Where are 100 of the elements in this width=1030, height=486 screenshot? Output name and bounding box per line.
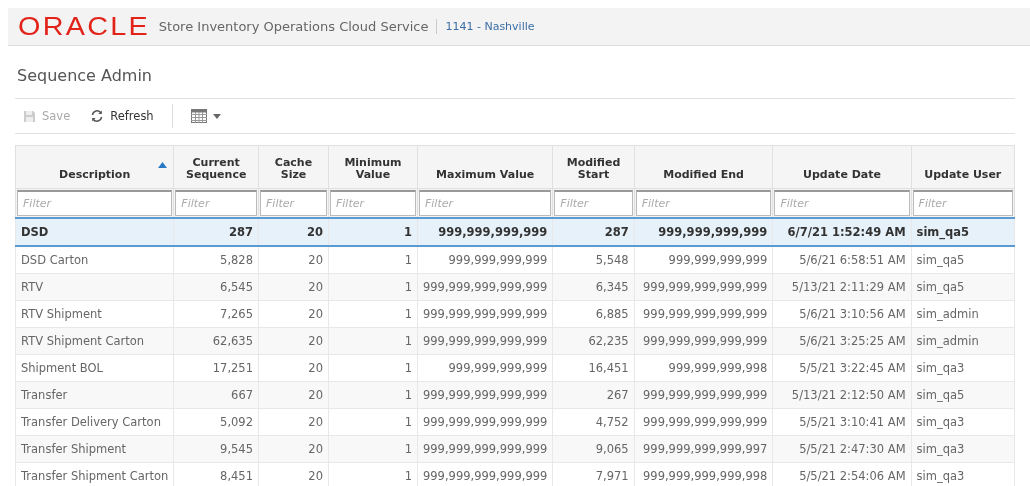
table-cell: 999,999,999,999 bbox=[417, 218, 553, 246]
grid-icon bbox=[190, 109, 207, 123]
table-cell: 999,999,999,999,999 bbox=[417, 327, 553, 355]
table-cell: 6/7/21 1:52:49 AM bbox=[772, 218, 912, 246]
column-header[interactable]: Modified Start bbox=[552, 145, 635, 189]
table-cell: 20 bbox=[258, 246, 329, 274]
table-cell: 1 bbox=[328, 354, 418, 382]
page-title: Sequence Admin bbox=[17, 66, 152, 85]
column-header[interactable]: Update Date bbox=[772, 145, 912, 189]
table-cell: 7,265 bbox=[173, 300, 259, 328]
table-cell: sim_qa5 bbox=[911, 246, 1015, 274]
table-cell: 5/13/21 2:12:50 AM bbox=[772, 381, 912, 409]
table-cell: 999,999,999,999,999 bbox=[417, 300, 553, 328]
table-cell: RTV bbox=[15, 273, 174, 301]
table-cell: Transfer bbox=[15, 381, 174, 409]
filter-field[interactable]: Filter bbox=[912, 190, 1013, 216]
table-cell: 1 bbox=[328, 408, 418, 436]
table-cell: 999,999,999,999 bbox=[634, 246, 773, 274]
table-cell: 20 bbox=[258, 408, 329, 436]
table-cell: sim_qa5 bbox=[911, 381, 1015, 409]
table-cell: 6,885 bbox=[552, 300, 635, 328]
table-cell: 20 bbox=[258, 273, 329, 301]
column-header[interactable]: Maximum Value bbox=[417, 145, 553, 189]
filter-field[interactable]: Filter bbox=[774, 190, 910, 216]
table-cell: 1 bbox=[328, 273, 418, 301]
table-cell: 5,092 bbox=[173, 408, 259, 436]
table-cell: sim_admin bbox=[911, 327, 1015, 355]
table-cell: 20 bbox=[258, 381, 329, 409]
table-cell: 5/5/21 2:47:30 AM bbox=[772, 435, 912, 463]
table-cell: 5,548 bbox=[552, 246, 635, 274]
filter-field[interactable]: Filter bbox=[175, 190, 257, 216]
table-cell: 999,999,999,999,999 bbox=[417, 381, 553, 409]
table-cell: 17,251 bbox=[173, 354, 259, 382]
table-cell: 20 bbox=[258, 327, 329, 355]
column-header[interactable]: Update User bbox=[911, 145, 1015, 189]
table-cell: sim_admin bbox=[911, 300, 1015, 328]
app-title: Store Inventory Operations Cloud Service bbox=[158, 19, 438, 34]
table-cell: 999,999,999,999 bbox=[417, 246, 553, 274]
table-cell: Transfer Shipment bbox=[15, 435, 174, 463]
store-label[interactable]: 1141 - Nashville bbox=[445, 20, 535, 33]
table-cell: sim_qa3 bbox=[911, 435, 1015, 463]
filter-field[interactable]: Filter bbox=[17, 190, 173, 216]
column-header[interactable]: Modified End bbox=[634, 145, 773, 189]
table-cell: 4,752 bbox=[552, 408, 635, 436]
column-header[interactable]: Minimum Value bbox=[328, 145, 418, 189]
table-cell: 62,635 bbox=[173, 327, 259, 355]
logo: ORACLE bbox=[18, 12, 151, 41]
table-cell: 1 bbox=[328, 327, 418, 355]
table-cell: RTV Shipment Carton bbox=[15, 327, 174, 355]
filter-field[interactable]: Filter bbox=[418, 190, 552, 216]
table-cell: 999,999,999,999,999 bbox=[634, 408, 773, 436]
table-cell: 1 bbox=[328, 435, 418, 463]
table-cell: 9,065 bbox=[552, 435, 635, 463]
table-cell: 999,999,999,999 bbox=[634, 218, 773, 246]
table-cell: 1 bbox=[328, 381, 418, 409]
table-cell: 9,545 bbox=[173, 435, 259, 463]
table-cell: 1 bbox=[328, 246, 418, 274]
table-cell: Shipment BOL bbox=[15, 354, 174, 382]
caret-icon bbox=[212, 113, 221, 119]
filter-field[interactable]: Filter bbox=[635, 190, 772, 216]
table-cell: 267 bbox=[552, 381, 635, 409]
table-cell: 999,999,999,999 bbox=[417, 354, 553, 382]
table-cell: 20 bbox=[258, 354, 329, 382]
table-cell: 20 bbox=[258, 435, 329, 463]
table-cell: 5/6/21 6:58:51 AM bbox=[772, 246, 912, 274]
table-cell: 667 bbox=[173, 381, 259, 409]
table-cell: 5/6/21 3:25:25 AM bbox=[772, 327, 912, 355]
column-header[interactable]: Current Sequence bbox=[173, 145, 259, 189]
table-cell: 6,345 bbox=[552, 273, 635, 301]
table-cell: 999,999,999,999,997 bbox=[634, 435, 773, 463]
table-cell: 999,999,999,999,999 bbox=[634, 327, 773, 355]
table-cell: RTV Shipment bbox=[15, 300, 174, 328]
column-header[interactable]: Description bbox=[15, 145, 174, 189]
table-cell: 62,235 bbox=[552, 327, 635, 355]
table-cell: 6,545 bbox=[173, 273, 259, 301]
table-cell: 5/6/21 3:10:56 AM bbox=[772, 300, 912, 328]
table-cell: sim_qa3 bbox=[911, 408, 1015, 436]
table-cell: 5,828 bbox=[173, 246, 259, 274]
table-cell: Transfer Delivery Carton bbox=[15, 408, 174, 436]
table-cell: 20 bbox=[258, 218, 329, 246]
column-header[interactable]: Cache Size bbox=[258, 145, 329, 189]
table-cell: 999,999,999,998 bbox=[634, 354, 773, 382]
table-cell: 20 bbox=[258, 300, 329, 328]
sort-ascending-icon bbox=[158, 162, 168, 168]
table-cell: 5/5/21 3:22:45 AM bbox=[772, 354, 912, 382]
table-cell: 999,999,999,999,999 bbox=[634, 381, 773, 409]
table-cell: 287 bbox=[552, 218, 635, 246]
table-cell: 5/13/21 2:11:29 AM bbox=[772, 273, 912, 301]
table-cell: sim_qa5 bbox=[911, 218, 1015, 246]
table-cell: sim_qa5 bbox=[911, 273, 1015, 301]
filter-field[interactable]: Filter bbox=[554, 190, 633, 216]
filter-field[interactable]: Filter bbox=[260, 190, 327, 216]
refresh-button[interactable]: Refresh bbox=[82, 106, 162, 126]
filter-field[interactable]: Filter bbox=[329, 190, 416, 216]
table-cell: 999,999,999,999,999 bbox=[417, 273, 553, 301]
table-cell: DSD Carton bbox=[15, 246, 174, 274]
table-cell: DSD bbox=[15, 218, 174, 246]
table-cell: Transfer Shipment Carton bbox=[15, 462, 174, 486]
table-cell: 999,999,999,999,999 bbox=[417, 435, 553, 463]
refresh-icon bbox=[90, 109, 105, 123]
